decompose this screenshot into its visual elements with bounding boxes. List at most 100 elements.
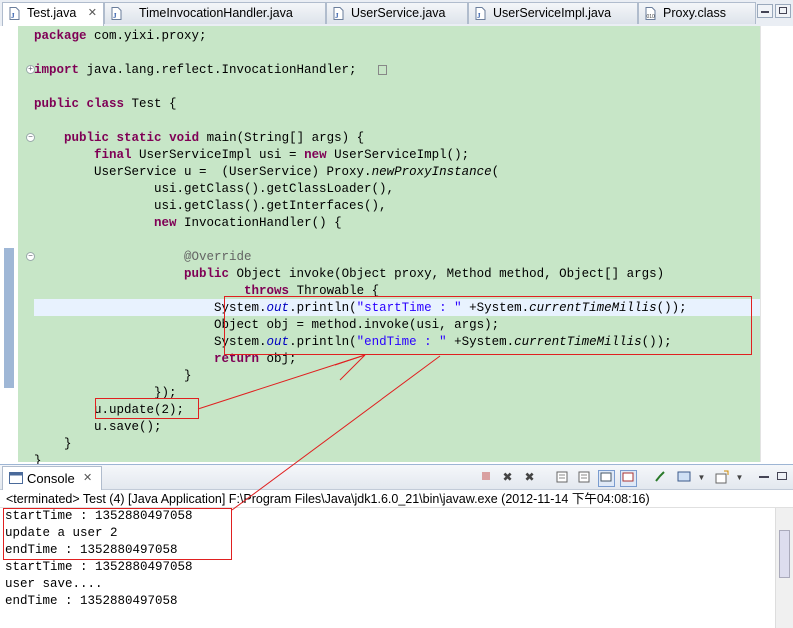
open-console-icon[interactable]: [714, 470, 729, 485]
code-line: u.save();: [34, 419, 162, 436]
tab-label: TimeInvocationHandler.java: [139, 6, 293, 20]
code-line: @Override: [34, 249, 252, 266]
tab-proxy-class[interactable]: 010 Proxy.class: [638, 2, 756, 24]
code-token: new: [154, 216, 177, 230]
code-token: usi.getClass().getInterfaces(),: [34, 199, 387, 213]
tab-label: Proxy.class: [663, 6, 726, 20]
svg-text:J: J: [477, 12, 481, 20]
show-on-output-icon[interactable]: [598, 470, 615, 487]
code-line: }: [34, 436, 72, 453]
code-editor[interactable]: + − − package com.yixi.proxy; import jav…: [0, 26, 793, 468]
annotation-box-println-block: [224, 296, 752, 355]
code-line: usi.getClass().getClassLoader(),: [34, 181, 394, 198]
tab-console[interactable]: Console ✕: [2, 466, 102, 490]
code-token: new: [304, 148, 327, 162]
console-process-status: <terminated> Test (4) [Java Application]…: [0, 490, 793, 508]
svg-text:J: J: [11, 12, 15, 20]
overview-ruler: [0, 26, 18, 462]
tab-userserviceimpl[interactable]: J UserServiceImpl.java: [468, 2, 638, 24]
maximize-button[interactable]: [775, 4, 791, 18]
scroll-thumb[interactable]: [779, 530, 790, 578]
terminate-icon[interactable]: [478, 470, 493, 485]
class-file-icon: 010: [645, 7, 656, 20]
chevron-down-icon[interactable]: ▼: [732, 470, 747, 485]
code-token: UserServiceImpl();: [326, 148, 470, 162]
code-token: java.lang.reflect.InvocationHandler;: [79, 63, 357, 77]
close-icon[interactable]: ✕: [88, 3, 97, 24]
code-line: final UserServiceImpl usi = new UserServ…: [34, 147, 469, 164]
code-token: u.save();: [34, 420, 162, 434]
display-console-icon[interactable]: [676, 470, 691, 485]
code-token: newProxyInstance: [371, 165, 492, 179]
scope-marker: [4, 248, 14, 388]
console-icon: [9, 472, 23, 484]
minimize-button[interactable]: [757, 4, 773, 18]
code-line: import java.lang.reflect.InvocationHandl…: [34, 62, 357, 79]
remove-launch-icon[interactable]: ✖: [500, 470, 515, 485]
code-token: static: [116, 131, 162, 145]
java-file-icon: J: [111, 7, 122, 20]
tab-userservice[interactable]: J UserService.java: [326, 2, 468, 24]
java-file-icon: J: [9, 7, 20, 20]
code-token: package: [34, 29, 87, 43]
code-token: import: [34, 63, 80, 77]
code-token: UserServiceImpl usi =: [131, 148, 305, 162]
code-token: }: [34, 369, 192, 383]
maximize-icon[interactable]: [774, 470, 789, 485]
code-token: final: [94, 148, 132, 162]
annotation-box-console-output: [3, 508, 232, 560]
code-token: UserService u = (UserService) Proxy.: [34, 165, 372, 179]
code-token: public: [34, 97, 80, 111]
svg-text:010: 010: [647, 14, 656, 20]
show-on-error-icon[interactable]: [620, 470, 637, 487]
console-line: startTime : 1352880497058: [5, 560, 193, 574]
code-token: usi.getClass().getClassLoader(),: [34, 182, 395, 196]
code-token: InvocationHandler() {: [176, 216, 342, 230]
code-line: }: [34, 368, 192, 385]
code-token: public: [184, 267, 230, 281]
code-token: (: [491, 165, 500, 179]
editor-vertical-scrollbar[interactable]: [760, 26, 793, 462]
annotation-box-update-call: [95, 398, 199, 419]
collapsed-imports-icon[interactable]: [378, 65, 387, 75]
pin-console-icon[interactable]: [652, 470, 667, 485]
code-line: public Object invoke(Object proxy, Metho…: [34, 266, 664, 283]
code-token: }: [34, 437, 72, 451]
remove-all-terminated-icon[interactable]: ✖: [522, 470, 537, 485]
scroll-lock-icon[interactable]: [576, 470, 591, 485]
code-token: Test {: [124, 97, 177, 111]
console-tab-bar: Console ✕ ✖ ✖ ▼ ▼: [0, 464, 793, 490]
code-line: package com.yixi.proxy;: [34, 28, 207, 45]
svg-text:J: J: [113, 12, 117, 20]
chevron-down-icon[interactable]: ▼: [694, 470, 709, 485]
console-tab-label: Console: [27, 471, 75, 486]
code-line: public class Test {: [34, 96, 177, 113]
clear-console-icon[interactable]: [554, 470, 569, 485]
minimize-icon[interactable]: [756, 470, 771, 485]
code-line: usi.getClass().getInterfaces(),: [34, 198, 387, 215]
tab-test-java[interactable]: J Test.java ✕: [2, 2, 104, 26]
code-line: UserService u = (UserService) Proxy.newP…: [34, 164, 499, 181]
tab-timeinvocationhandler[interactable]: J TimeInvocationHandler.java: [104, 2, 326, 24]
code-token: public: [64, 131, 110, 145]
code-line: new InvocationHandler() {: [34, 215, 342, 232]
close-icon[interactable]: ✕: [83, 467, 92, 490]
code-token: main(String[] args) {: [199, 131, 365, 145]
console-vertical-scrollbar[interactable]: [775, 508, 793, 628]
code-token: Object invoke(Object proxy, Method metho…: [229, 267, 665, 281]
code-token: @Override: [184, 250, 252, 264]
tab-label: Test.java: [27, 6, 77, 20]
console-line: user save....: [5, 577, 103, 591]
tab-label: UserServiceImpl.java: [493, 6, 612, 20]
code-line: public static void main(String[] args) {: [34, 130, 364, 147]
tab-label: UserService.java: [351, 6, 446, 20]
java-file-icon: J: [333, 7, 344, 20]
code-token: void: [169, 131, 200, 145]
